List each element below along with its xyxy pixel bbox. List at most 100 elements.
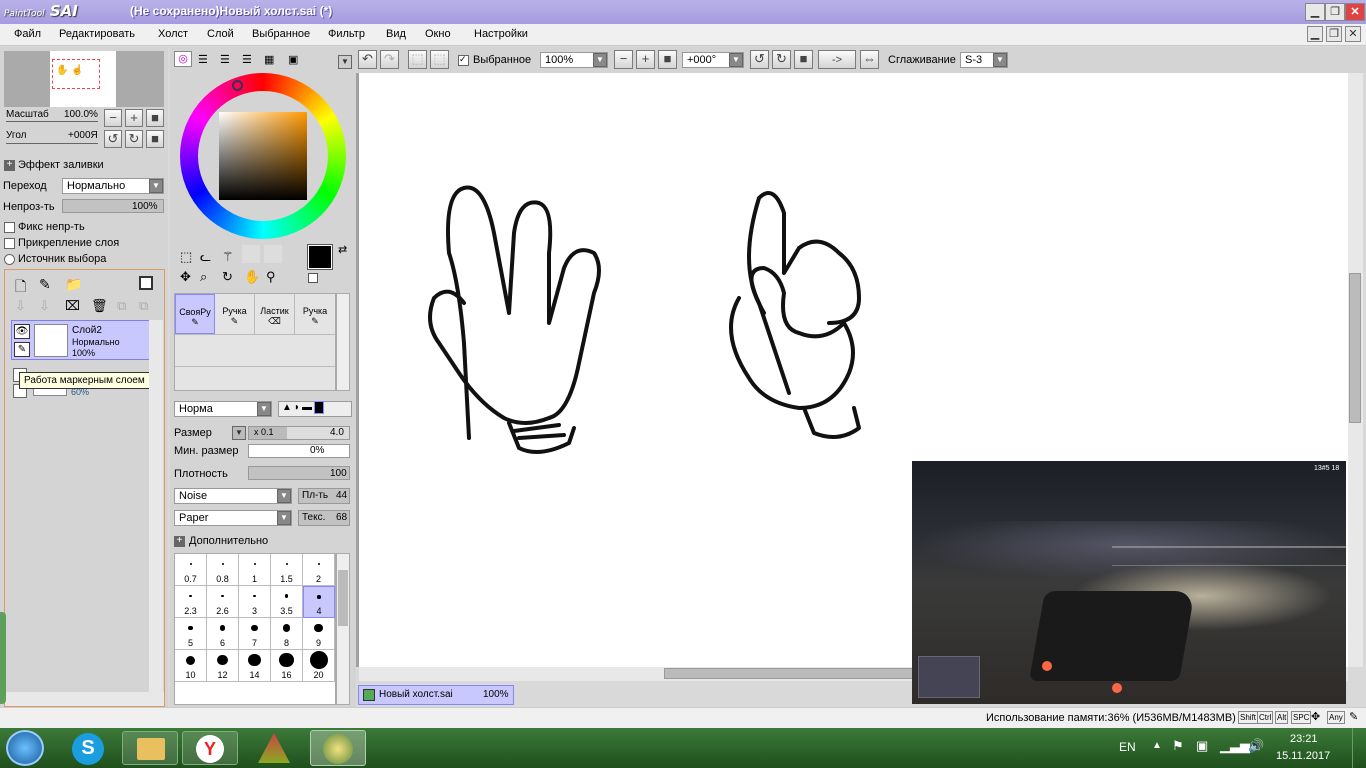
document-tab[interactable]: Новый холст.sai 100% <box>358 685 514 705</box>
rect-select-icon[interactable]: ⬚ <box>180 249 192 265</box>
doc-restore-button[interactable]: ❐ <box>1326 26 1342 42</box>
menu-view[interactable]: Вид <box>386 28 406 40</box>
menu-layer[interactable]: Слой <box>207 28 234 40</box>
hue-marker[interactable] <box>232 80 243 91</box>
menu-edit[interactable]: Редактировать <box>59 28 135 40</box>
brush-size-cell[interactable]: 0.7 <box>175 554 207 586</box>
network-icon[interactable]: ▁▃▅ <box>1220 738 1250 754</box>
menu-selection[interactable]: Выбранное <box>252 28 310 40</box>
tool-pen-2[interactable]: Ручка ✎ <box>295 294 335 334</box>
user-swatches-icon[interactable]: ▦ <box>264 53 274 66</box>
brush-size-cell[interactable]: 4 <box>303 586 335 618</box>
chevron-down-icon[interactable]: ▼ <box>729 53 743 67</box>
selection-source-radio[interactable] <box>4 254 15 265</box>
tools-scrollbar[interactable] <box>336 293 350 391</box>
rgb-slider-icon[interactable]: ☰ <box>198 53 208 66</box>
brush-size-cell[interactable]: 16 <box>271 650 303 682</box>
brush-size-cell[interactable]: 6 <box>207 618 239 650</box>
brush-lock-icon[interactable]: ✎ <box>14 342 30 357</box>
tool-eraser[interactable]: Ластик ⌫ <box>255 294 295 334</box>
brush-size-cell[interactable]: 8 <box>271 618 303 650</box>
game-launcher-icon[interactable] <box>258 733 290 763</box>
menu-filter[interactable]: Фильтр <box>328 28 365 40</box>
language-indicator[interactable]: EN <box>1119 740 1136 754</box>
deselect-button[interactable]: ⬚ <box>408 50 427 69</box>
zoom-out-button[interactable]: − <box>614 50 633 69</box>
move-icon[interactable]: ✥ <box>180 269 191 285</box>
doc-minimize-button[interactable]: ▁ <box>1307 26 1323 42</box>
chevron-down-icon[interactable]: ▼ <box>149 179 163 193</box>
brush-size-scrollbar[interactable] <box>336 553 350 705</box>
chevron-down-icon[interactable]: ▼ <box>593 53 607 67</box>
magic-wand-icon[interactable]: ⚚ <box>222 249 234 265</box>
device-icon[interactable]: ▣ <box>1196 738 1208 754</box>
advanced-label[interactable]: Дополнительно <box>189 535 268 547</box>
flip-horizontal-button[interactable]: ⇔ <box>860 50 879 69</box>
swatches-icon[interactable]: ☰ <box>242 53 252 66</box>
menu-file[interactable]: Файл <box>14 28 41 40</box>
eye-icon[interactable]: 👁 <box>14 324 30 339</box>
chevron-down-icon[interactable]: ▼ <box>277 511 291 525</box>
chevron-down-icon[interactable]: ▼ <box>277 489 291 503</box>
brush-size-cell[interactable]: 1.5 <box>271 554 303 586</box>
tool-custom-pen[interactable]: СвояРу ✎ <box>175 294 215 334</box>
brush-shape-selector[interactable]: ▲◗▬■ <box>278 401 352 417</box>
brush-size-cell[interactable]: 10 <box>175 650 207 682</box>
layers-hscrollbar[interactable] <box>5 692 164 706</box>
chevron-down-icon[interactable]: ▼ <box>993 53 1007 67</box>
scratchpad-icon[interactable]: ▣ <box>288 53 298 66</box>
color-wheel-icon[interactable]: ◎ <box>174 51 192 67</box>
transparent-color-icon[interactable] <box>308 273 318 283</box>
chevron-down-icon[interactable]: ▼ <box>257 402 271 416</box>
browser-button[interactable]: Y <box>182 731 238 765</box>
clock-date[interactable]: 15.11.2017 <box>1276 750 1330 762</box>
min-size-slider[interactable] <box>248 444 350 458</box>
plus-icon[interactable]: + <box>4 160 15 171</box>
menu-canvas[interactable]: Холст <box>158 28 188 40</box>
zoom-out-button[interactable]: − <box>104 109 122 127</box>
new-linework-layer-icon[interactable]: ✎ <box>39 276 51 293</box>
brush-size-cell[interactable]: 2.6 <box>207 586 239 618</box>
merge-down-icon[interactable]: ⇩ <box>39 298 50 314</box>
plus-icon[interactable]: + <box>174 536 185 547</box>
zoom-reset-button[interactable]: ■ <box>658 50 677 69</box>
chevron-down-icon[interactable]: ▼ <box>338 55 352 69</box>
zoom-in-button[interactable]: + <box>636 50 655 69</box>
skype-icon[interactable]: S <box>72 733 104 765</box>
color-wheel[interactable] <box>180 73 346 239</box>
brush-size-cell[interactable]: 12 <box>207 650 239 682</box>
hand-icon[interactable]: ✋ <box>244 269 260 285</box>
lasso-icon[interactable]: ᓚ <box>200 249 211 265</box>
undo-button[interactable]: ↶ <box>358 50 377 69</box>
maximize-button[interactable]: ❐ <box>1325 3 1345 21</box>
copy-layer-icon[interactable]: ⧉ <box>117 298 126 314</box>
angle-slider[interactable] <box>6 143 98 144</box>
flip-button[interactable]: -> <box>818 50 856 69</box>
start-button[interactable] <box>6 730 44 766</box>
fill-effect-label[interactable]: Эффект заливки <box>18 159 104 171</box>
video-overlay[interactable]: 13#5 18 <box>912 461 1346 704</box>
paper-texture-select[interactable]: Paper <box>174 510 292 526</box>
navigator-preview[interactable]: ✋ ☝ <box>4 51 164 107</box>
swap-colors-icon[interactable]: ⇄ <box>338 243 347 256</box>
zoom-reset-button[interactable]: ■ <box>146 109 164 127</box>
layers-scrollbar[interactable] <box>149 320 163 692</box>
menu-window[interactable]: Окно <box>425 28 451 40</box>
clock-time[interactable]: 23:21 <box>1290 733 1318 745</box>
zoom-icon[interactable]: ⌕ <box>200 269 207 285</box>
show-desktop-button[interactable] <box>1352 728 1366 768</box>
brush-size-cell[interactable]: 5 <box>175 618 207 650</box>
new-layer-icon[interactable]: 🗋 <box>15 276 26 300</box>
rotate-right-button[interactable]: ↻ <box>772 50 791 69</box>
side-widget[interactable] <box>0 612 6 704</box>
rotate-right-button[interactable]: ↻ <box>125 130 143 148</box>
hsv-slider-icon[interactable]: ☰ <box>220 53 230 66</box>
eyedropper-icon[interactable]: ⚲ <box>266 269 276 285</box>
brush-size-cell[interactable]: 3.5 <box>271 586 303 618</box>
volume-icon[interactable]: 🔊 <box>1248 738 1264 754</box>
rotate-reset-button[interactable]: ■ <box>794 50 813 69</box>
rotate-left-button[interactable]: ↺ <box>750 50 769 69</box>
rotate-icon[interactable]: ↻ <box>222 269 233 285</box>
primary-color-swatch[interactable] <box>307 244 333 270</box>
color-square[interactable] <box>219 112 307 200</box>
